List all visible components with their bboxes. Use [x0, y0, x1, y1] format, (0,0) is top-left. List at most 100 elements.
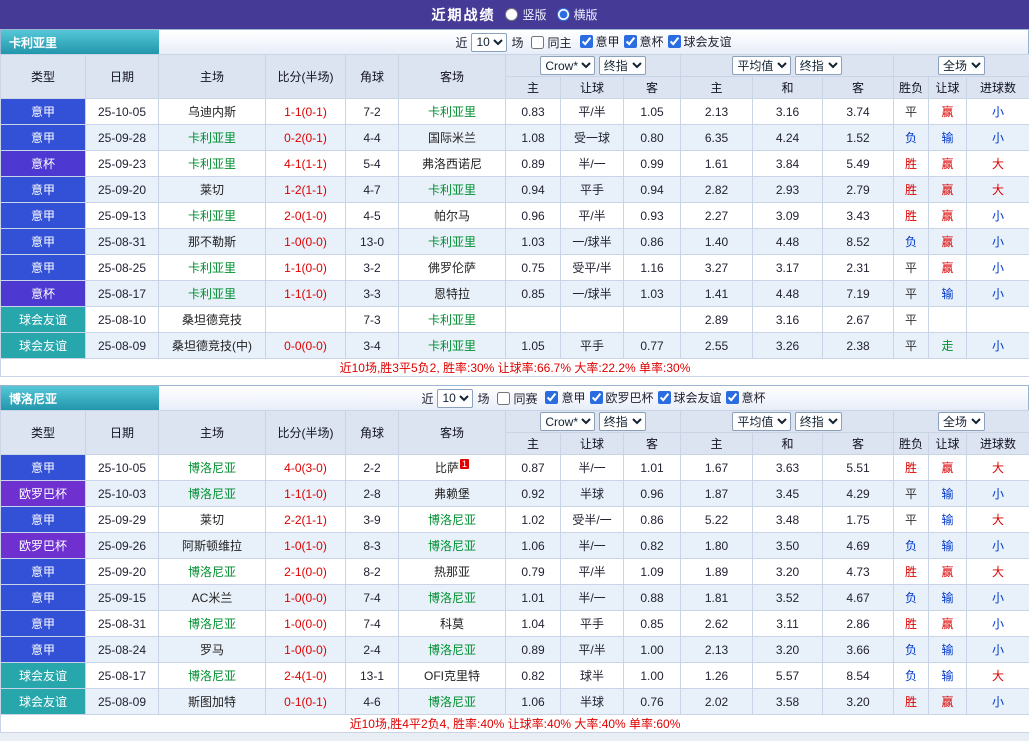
away-team-cell[interactable]: 恩特拉 — [399, 281, 506, 307]
home-team-cell[interactable]: 莱切 — [159, 507, 266, 533]
home-team-cell[interactable]: 卡利亚里 — [159, 255, 266, 281]
match-count-select[interactable]: 10 — [437, 389, 473, 408]
goals-cell: 小 — [967, 255, 1029, 281]
odds-stage-select[interactable]: 终指 — [599, 412, 646, 431]
away-team-cell[interactable]: 博洛尼亚 — [399, 507, 506, 533]
away-team-cell[interactable]: 比萨1 — [399, 455, 506, 481]
home-team-cell[interactable]: 卡利亚里 — [159, 281, 266, 307]
league-filter-checkbox[interactable] — [545, 391, 558, 404]
odds-stage-select[interactable]: 终指 — [599, 56, 646, 75]
away-team-cell[interactable]: 帕尔马 — [399, 203, 506, 229]
avg-source-select[interactable]: 平均值 — [732, 56, 791, 75]
score-cell: 0-2(0-1) — [266, 125, 346, 151]
league-filter-checkbox[interactable] — [668, 35, 681, 48]
goals-cell: 小 — [967, 333, 1029, 359]
avg-source-select[interactable]: 平均值 — [732, 412, 791, 431]
away-team-cell[interactable]: OFI克里特 — [399, 663, 506, 689]
vertical-layout-radio[interactable] — [505, 8, 518, 21]
away-team-cell[interactable]: 热那亚 — [399, 559, 506, 585]
match-count-select[interactable]: 10 — [471, 33, 507, 52]
corner-cell: 8-2 — [346, 559, 399, 585]
home-team-cell[interactable]: 卡利亚里 — [159, 125, 266, 151]
scope-select[interactable]: 全场 — [938, 412, 985, 431]
home-team-cell[interactable]: AC米兰 — [159, 585, 266, 611]
home-team-cell[interactable]: 博洛尼亚 — [159, 559, 266, 585]
away-team-cell[interactable]: 弗赖堡 — [399, 481, 506, 507]
away-odds-cell: 0.76 — [624, 689, 681, 715]
odds-company-select[interactable]: Crow* — [540, 412, 595, 431]
league-filter[interactable]: 意甲 — [545, 389, 585, 406]
away-odds-cell: 1.05 — [624, 99, 681, 125]
away-team-cell[interactable]: 佛罗伦萨 — [399, 255, 506, 281]
home-team-cell[interactable]: 桑坦德竞技 — [159, 307, 266, 333]
away-team-cell[interactable]: 博洛尼亚 — [399, 585, 506, 611]
league-filter[interactable]: 球会友谊 — [658, 389, 722, 406]
league-filter[interactable]: 意杯 — [624, 33, 664, 50]
home-odds-cell: 0.83 — [506, 99, 561, 125]
away-team-cell[interactable]: 博洛尼亚 — [399, 637, 506, 663]
handicap-cell: 一/球半 — [561, 281, 624, 307]
home-team-cell[interactable]: 莱切 — [159, 177, 266, 203]
away-team-cell[interactable]: 博洛尼亚 — [399, 533, 506, 559]
away-odds-cell: 1.16 — [624, 255, 681, 281]
home-team-cell[interactable]: 卡利亚里 — [159, 151, 266, 177]
home-team-cell[interactable]: 乌迪内斯 — [159, 99, 266, 125]
handicap-cell: 一/球半 — [561, 229, 624, 255]
league-filter[interactable]: 意杯 — [726, 389, 766, 406]
league-filter-checkbox[interactable] — [624, 35, 637, 48]
same-home-checkbox[interactable] — [531, 36, 544, 49]
home-odds-cell: 1.04 — [506, 611, 561, 637]
corner-cell: 7-2 — [346, 99, 399, 125]
goals-cell: 小 — [967, 99, 1029, 125]
home-team-cell[interactable]: 博洛尼亚 — [159, 663, 266, 689]
layout-option-vertical[interactable]: 竖版 — [505, 6, 546, 23]
corner-cell: 2-4 — [346, 637, 399, 663]
same-competition-checkbox[interactable] — [497, 392, 510, 405]
avg-home-cell: 2.89 — [681, 307, 753, 333]
handicap-cell: 受平/半 — [561, 255, 624, 281]
league-filter-checkbox[interactable] — [590, 391, 603, 404]
home-team-cell[interactable]: 桑坦德竞技(中) — [159, 333, 266, 359]
horizontal-layout-radio[interactable] — [557, 8, 570, 21]
away-team-cell[interactable]: 弗洛西诺尼 — [399, 151, 506, 177]
home-team-cell[interactable]: 博洛尼亚 — [159, 611, 266, 637]
recent-results-page: 近期战绩 竖版 横版 卡利亚里 近 10 场 同主 意甲意杯球会友谊 — [0, 0, 1029, 733]
league-filter-checkbox[interactable] — [658, 391, 671, 404]
away-team-cell[interactable]: 卡利亚里 — [399, 99, 506, 125]
away-team-cell[interactable]: 卡利亚里 — [399, 307, 506, 333]
league-filter[interactable]: 欧罗巴杯 — [590, 389, 654, 406]
home-team-cell[interactable]: 斯图加特 — [159, 689, 266, 715]
layout-option-horizontal[interactable]: 横版 — [557, 6, 598, 23]
scope-dropdown-group: 全场 — [894, 411, 1029, 433]
home-team-cell[interactable]: 卡利亚里 — [159, 203, 266, 229]
avg-stage-select[interactable]: 终指 — [795, 56, 842, 75]
col-header-type: 类型 — [1, 55, 86, 99]
away-team-cell[interactable]: 博洛尼亚 — [399, 689, 506, 715]
same-competition-filter[interactable]: 同赛 — [497, 390, 537, 407]
home-team-cell[interactable]: 那不勒斯 — [159, 229, 266, 255]
league-type-cell: 球会友谊 — [1, 307, 86, 333]
avg-stage-select[interactable]: 终指 — [795, 412, 842, 431]
odds-company-select[interactable]: Crow* — [540, 56, 595, 75]
home-team-cell[interactable]: 罗马 — [159, 637, 266, 663]
league-type-cell: 意甲 — [1, 455, 86, 481]
away-team-cell[interactable]: 科莫 — [399, 611, 506, 637]
same-home-filter[interactable]: 同主 — [531, 34, 571, 51]
league-filter[interactable]: 球会友谊 — [668, 33, 732, 50]
avg-away-cell: 4.29 — [823, 481, 894, 507]
home-team-cell[interactable]: 阿斯顿维拉 — [159, 533, 266, 559]
league-filter-checkbox[interactable] — [580, 35, 593, 48]
home-team-cell[interactable]: 博洛尼亚 — [159, 455, 266, 481]
result-cell: 负 — [894, 663, 929, 689]
date-cell: 25-08-31 — [86, 229, 159, 255]
scope-select[interactable]: 全场 — [938, 56, 985, 75]
away-team-cell[interactable]: 国际米兰 — [399, 125, 506, 151]
league-type-cell: 欧罗巴杯 — [1, 533, 86, 559]
home-team-cell[interactable]: 博洛尼亚 — [159, 481, 266, 507]
away-team-cell[interactable]: 卡利亚里 — [399, 333, 506, 359]
col-header-score: 比分(半场) — [266, 411, 346, 455]
league-filter[interactable]: 意甲 — [580, 33, 620, 50]
away-team-cell[interactable]: 卡利亚里 — [399, 229, 506, 255]
league-filter-checkbox[interactable] — [726, 391, 739, 404]
away-team-cell[interactable]: 卡利亚里 — [399, 177, 506, 203]
